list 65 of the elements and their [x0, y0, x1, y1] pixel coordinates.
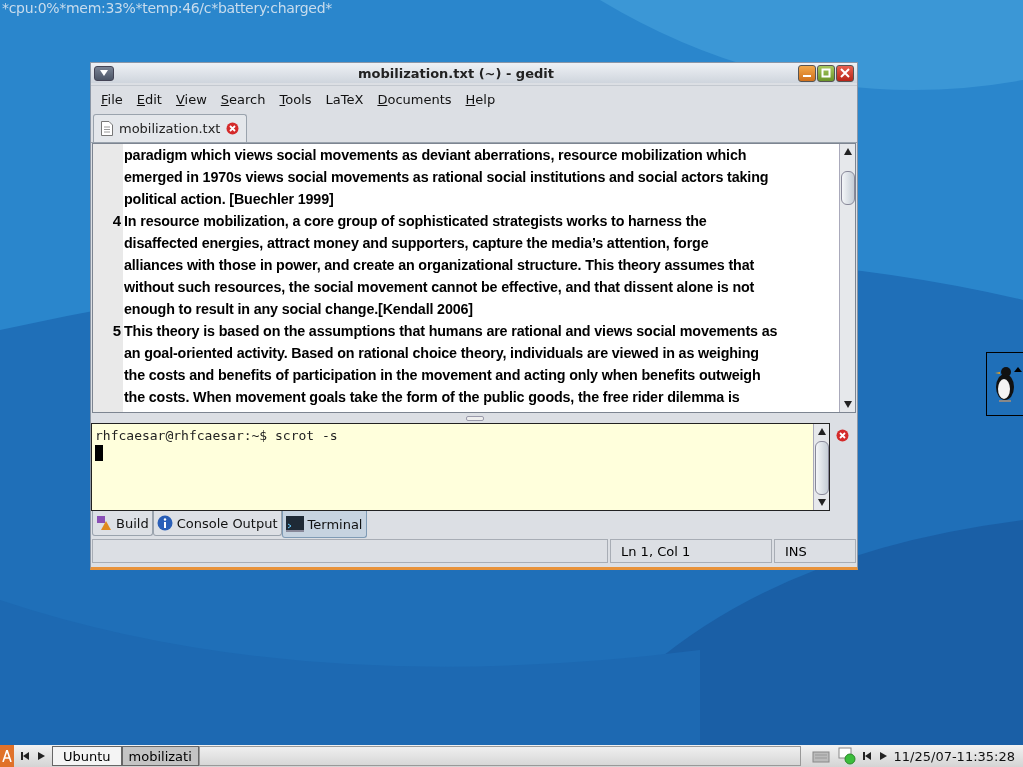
terminal[interactable]: rhfcaesar@rhfcaesar:~$ scrot -s — [91, 423, 830, 511]
text-line: alliances with those in power, and create an organizational structure. This theory assumes that — [124, 256, 755, 275]
build-icon — [96, 515, 112, 531]
document-icon — [101, 121, 113, 136]
menu-item[interactable]: View — [175, 91, 207, 107]
menu-item[interactable]: Tools — [279, 91, 312, 107]
scrollbar-thumb[interactable] — [840, 171, 855, 205]
text-line: This theory is based on the assumptions that humans are rational and views social movements as — [124, 322, 778, 341]
window-menu-button[interactable] — [94, 65, 114, 81]
menu-item[interactable]: Search — [220, 91, 266, 107]
text-line: enough to result in any social change.[Kendall 2006] — [124, 300, 474, 319]
text-line: the costs and benefits of participation in the movement and acting only when benefits outweigh — [124, 366, 762, 385]
scroll-down-icon[interactable] — [843, 401, 852, 408]
system-status-text: *cpu:0%*mem:33%*temp:46/c*battery:charged* — [2, 0, 332, 16]
scroll-down-icon[interactable] — [817, 499, 826, 506]
info-icon — [156, 515, 173, 531]
text-line: disaffected energies, attract money and supporters, capture the media’s attention, forge — [124, 234, 710, 253]
insert-mode: INS — [774, 539, 856, 563]
panel-tab[interactable]: Console Output — [152, 511, 282, 536]
text-line: paradigm which views social movements as deviant aberrations, resource mobilization which — [124, 146, 748, 165]
close-tab-icon[interactable] — [226, 122, 240, 135]
line-number: 5 — [112, 322, 121, 339]
menu-item[interactable]: Edit — [136, 91, 162, 107]
taskbar-task[interactable]: mobilizati — [121, 746, 199, 766]
minimize-button[interactable] — [798, 64, 816, 82]
text-line: political action. [Buechler 1999] — [124, 190, 335, 209]
cursor-position: Ln 1, Col 1 — [610, 539, 772, 563]
scroll-up-icon[interactable] — [817, 428, 826, 435]
menu-item[interactable]: Help — [465, 91, 496, 107]
close-icon — [840, 68, 850, 78]
text-line: without such resources, the social movement cannot be effective, and that dissent alone is not — [124, 278, 755, 297]
text-line: emerged in 1970s views social movements as rational social institutions and social actors taking — [124, 168, 769, 187]
maximize-button[interactable] — [817, 64, 835, 82]
window-title: mobilization.txt (~) - gedit — [357, 65, 555, 81]
menu-item[interactable]: Documents — [377, 91, 452, 107]
text-cursor — [95, 445, 103, 461]
line-number: 4 — [112, 212, 121, 229]
close-button[interactable] — [836, 64, 854, 82]
scrollbar[interactable] — [813, 424, 829, 510]
scrollbar-thumb[interactable] — [814, 441, 829, 495]
minimize-icon — [803, 75, 811, 77]
scroll-up-icon[interactable] — [843, 148, 852, 155]
previous-icon[interactable] — [861, 751, 872, 761]
next-workspace-icon[interactable] — [36, 751, 46, 761]
status-dot-icon[interactable] — [837, 747, 856, 765]
next-icon[interactable] — [877, 751, 888, 761]
terminal-icon — [285, 516, 304, 532]
menu-item[interactable]: File — [101, 91, 123, 107]
app-menu-icon[interactable] — [0, 745, 14, 767]
text-line: the costs. When movement goals take the form of the public goods, the free rider dilemma is — [124, 388, 741, 407]
clock: 11/25/07-11:35:28 — [893, 748, 1016, 764]
close-panel-icon[interactable] — [836, 429, 849, 442]
document-tab[interactable]: mobilization.txt — [93, 114, 248, 142]
text-line: In resource mobilization, a core group of sophisticated strategists works to harness the — [124, 212, 708, 231]
caret-icon — [99, 69, 109, 77]
penguin-icon[interactable] — [986, 352, 1023, 416]
terminal-line: rhfcaesar@rhfcaesar:~$ scrot -s — [95, 427, 339, 444]
panel-tab[interactable]: Terminal — [281, 511, 367, 538]
taskbar-task[interactable]: Ubuntu — [52, 746, 122, 766]
panel-tab[interactable]: Build — [92, 511, 153, 536]
scrollbar[interactable] — [839, 144, 855, 412]
previous-workspace-icon[interactable] — [20, 751, 30, 761]
text-line: an goal-oriented activity. Based on rational choice theory, individuals are viewed in as weighing — [124, 344, 760, 363]
maximize-icon — [821, 68, 831, 78]
menu-item[interactable]: LaTeX — [325, 91, 364, 107]
